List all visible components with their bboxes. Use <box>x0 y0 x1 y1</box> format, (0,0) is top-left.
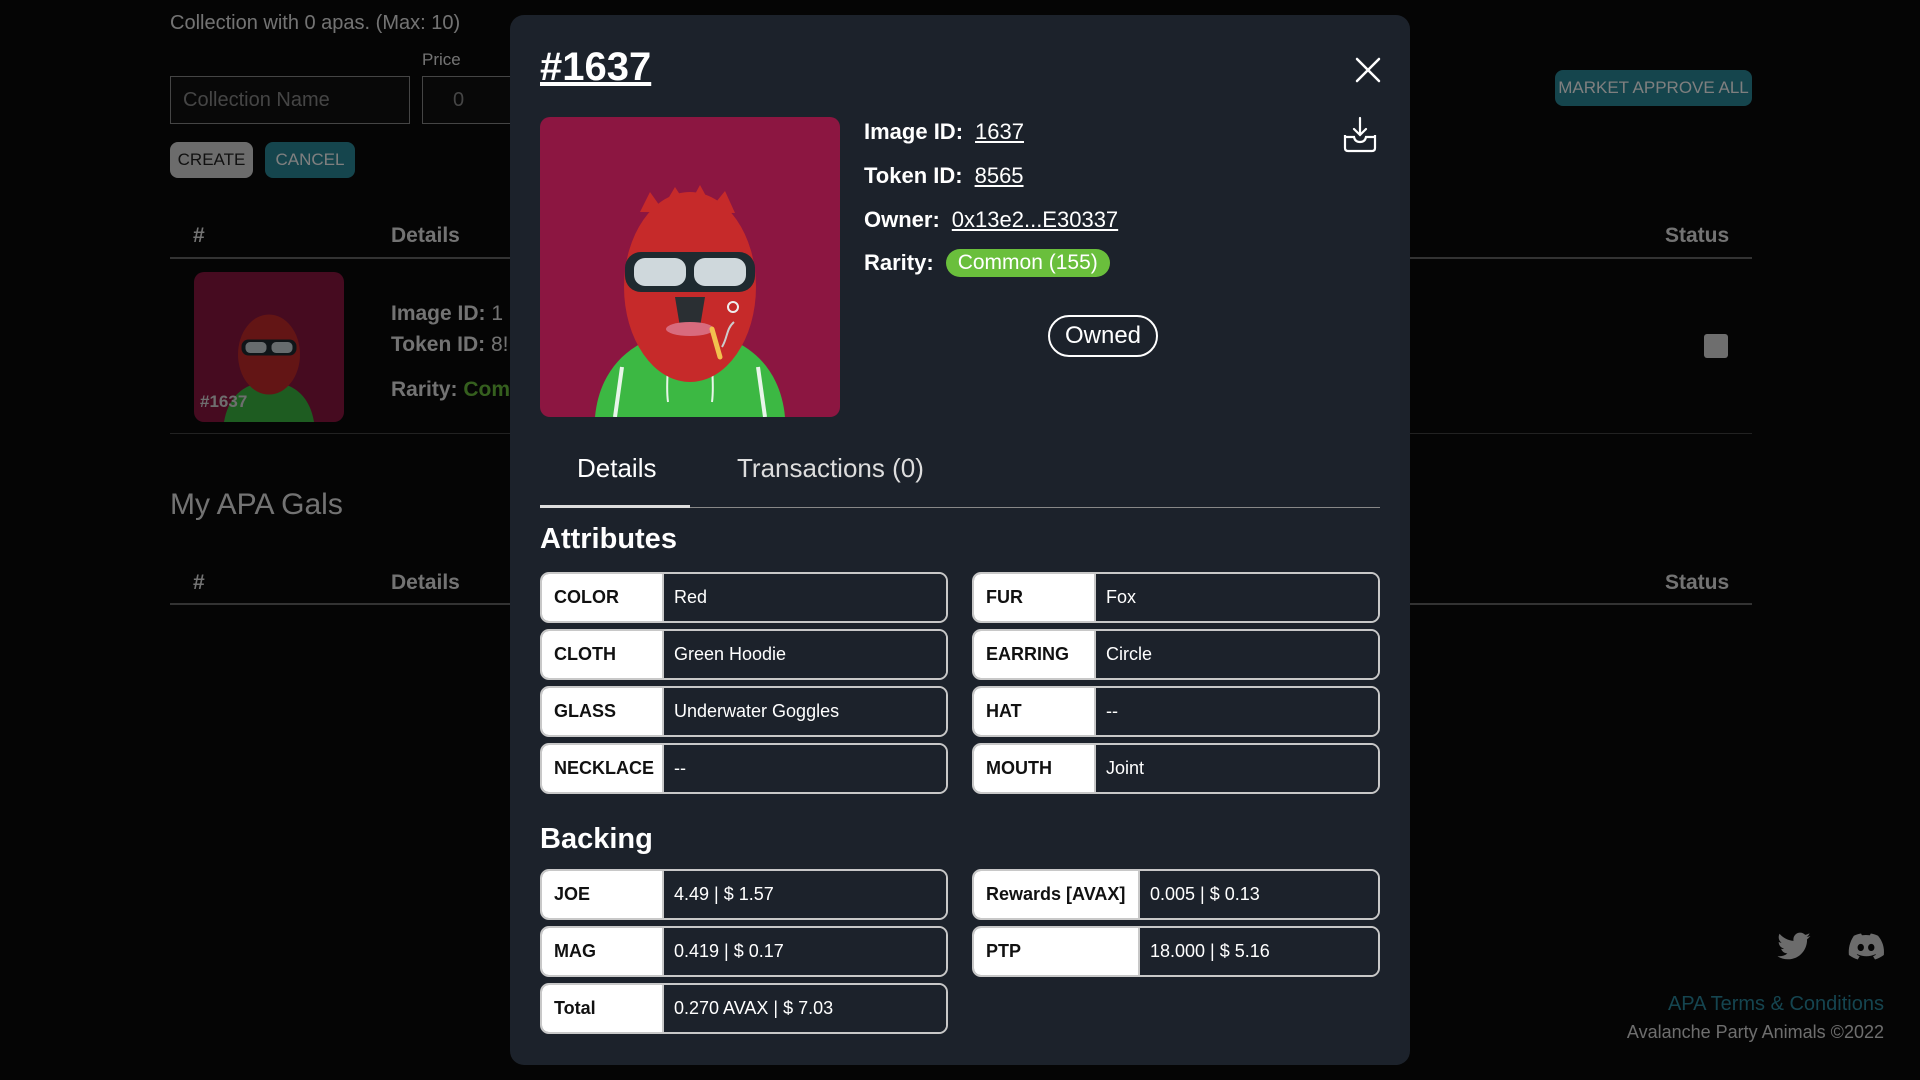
token-id-link[interactable]: 8565 <box>975 163 1024 189</box>
backing-row: Rewards [AVAX] 0.005 | $ 0.13 <box>972 869 1380 920</box>
attribute-value: Green Hoodie <box>662 631 946 678</box>
backing-row: Total 0.270 AVAX | $ 7.03 <box>540 983 948 1034</box>
attribute-key: EARRING <box>974 631 1094 678</box>
attribute-row: FUR Fox <box>972 572 1380 623</box>
attribute-value: -- <box>662 745 946 792</box>
attribute-row: EARRING Circle <box>972 629 1380 680</box>
download-icon[interactable] <box>1342 115 1378 153</box>
token-id-row: Token ID: 8565 <box>864 163 1024 189</box>
attribute-value: Red <box>662 574 946 621</box>
backing-key: Rewards [AVAX] <box>974 871 1138 918</box>
image-id-label: Image ID: <box>864 119 964 144</box>
attributes-title: Attributes <box>540 523 677 555</box>
attribute-value: Underwater Goggles <box>662 688 946 735</box>
attribute-row: HAT -- <box>972 686 1380 737</box>
backing-row: MAG 0.419 | $ 0.17 <box>540 926 948 977</box>
backing-row: PTP 18.000 | $ 5.16 <box>972 926 1380 977</box>
attribute-key: MOUTH <box>974 745 1094 792</box>
attribute-row: MOUTH Joint <box>972 743 1380 794</box>
attribute-key: NECKLACE <box>542 745 662 792</box>
attribute-row: NECKLACE -- <box>540 743 948 794</box>
owner-link[interactable]: 0x13e2...E30337 <box>952 207 1118 233</box>
owner-label: Owner: <box>864 207 940 232</box>
close-icon[interactable] <box>1353 55 1383 85</box>
owner-row: Owner: 0x13e2...E30337 <box>864 207 1118 233</box>
attribute-value: -- <box>1094 688 1378 735</box>
token-id-label: Token ID: <box>864 163 963 188</box>
attribute-key: HAT <box>974 688 1094 735</box>
attribute-key: COLOR <box>542 574 662 621</box>
attribute-value: Fox <box>1094 574 1378 621</box>
attribute-row: GLASS Underwater Goggles <box>540 686 948 737</box>
attribute-value: Joint <box>1094 745 1378 792</box>
image-id-row: Image ID: 1637 <box>864 119 1024 145</box>
backing-row: JOE 4.49 | $ 1.57 <box>540 869 948 920</box>
owned-badge: Owned <box>1048 315 1158 357</box>
attribute-key: GLASS <box>542 688 662 735</box>
backing-value: 0.270 AVAX | $ 7.03 <box>662 985 946 1032</box>
party-animal-art <box>595 185 785 417</box>
attribute-row: CLOTH Green Hoodie <box>540 629 948 680</box>
tab-transactions[interactable]: Transactions (0) <box>737 453 924 484</box>
attribute-key: FUR <box>974 574 1094 621</box>
tab-active-indicator <box>540 505 690 508</box>
backing-value: 4.49 | $ 1.57 <box>662 871 946 918</box>
backing-title: Backing <box>540 823 653 855</box>
modal-title[interactable]: #1637 <box>540 45 651 90</box>
nft-image <box>540 117 840 417</box>
backing-key: MAG <box>542 928 662 975</box>
attribute-key: CLOTH <box>542 631 662 678</box>
tab-details[interactable]: Details <box>577 453 656 484</box>
attribute-row: COLOR Red <box>540 572 948 623</box>
backing-value: 0.419 | $ 0.17 <box>662 928 946 975</box>
backing-value: 18.000 | $ 5.16 <box>1138 928 1378 975</box>
backing-key: JOE <box>542 871 662 918</box>
rarity-badge: Common (155) <box>945 249 1110 277</box>
image-id-link[interactable]: 1637 <box>975 119 1024 145</box>
nft-detail-modal: #1637 Image ID: 1637 Token ID: 8565 Owne… <box>510 15 1410 1065</box>
attribute-value: Circle <box>1094 631 1378 678</box>
rarity-row: Rarity: Common (155) <box>864 249 1110 277</box>
backing-value: 0.005 | $ 0.13 <box>1138 871 1378 918</box>
backing-key: PTP <box>974 928 1138 975</box>
backing-key: Total <box>542 985 662 1032</box>
rarity-label: Rarity: <box>864 250 934 275</box>
